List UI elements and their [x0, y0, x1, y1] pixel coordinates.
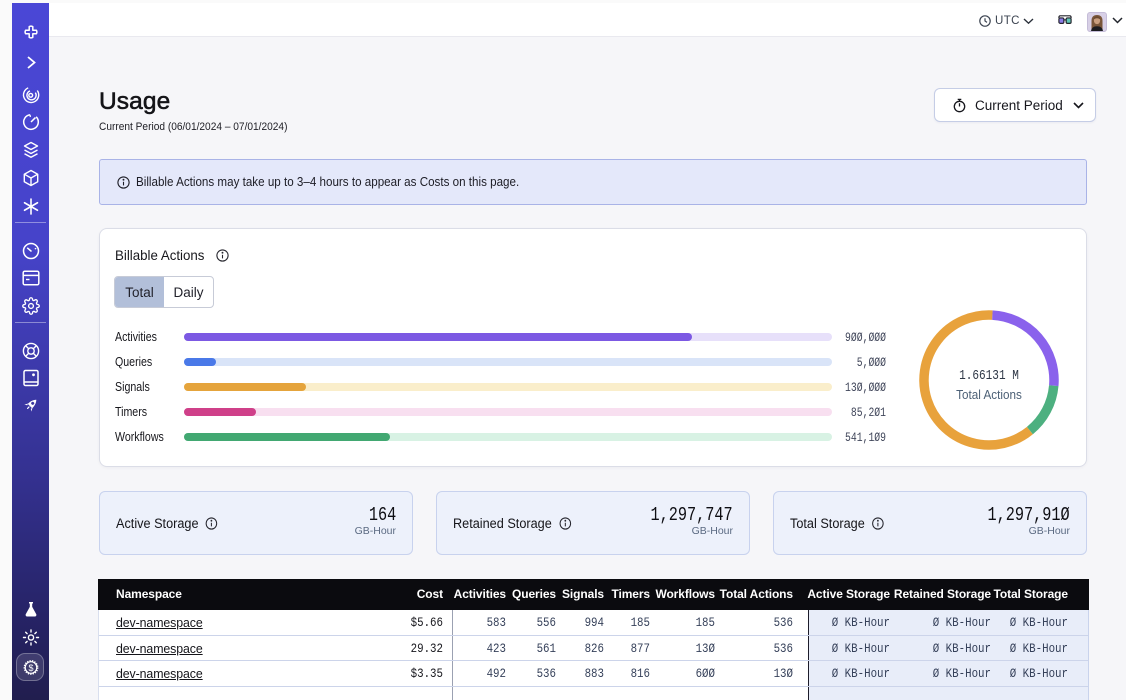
svg-text:$: $ — [28, 663, 33, 673]
